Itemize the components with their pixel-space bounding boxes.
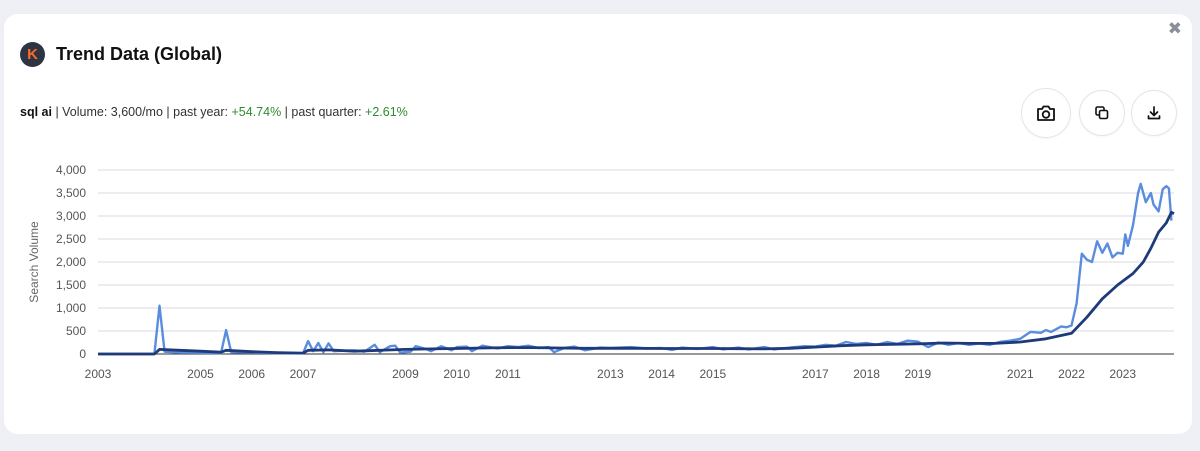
x-tick-label: 2022 [1058,367,1085,381]
x-tick-label: 2015 [700,367,727,381]
y-tick-label: 3,500 [56,186,86,200]
x-tick-label: 2009 [392,367,419,381]
volume-series-line [98,182,1173,356]
copy-icon [1095,106,1109,120]
y-tick-label: 0 [79,347,86,361]
y-tick-label: 500 [66,324,86,338]
x-tick-label: 2011 [495,367,521,381]
x-tick-label: 2017 [802,367,829,381]
trend-series-line [98,210,1175,356]
trend-chart: 0 500 1,000 1,500 2,000 2,500 3,000 3,500 4,000 2… [27,163,1175,381]
volume-text: | Volume: 3,600/mo | past year: [51,105,232,119]
y-tick-label: 1,000 [56,301,86,315]
x-tick-label: 2023 [1109,367,1136,381]
x-tick-label: 2021 [1007,367,1034,381]
screenshot-button[interactable] [1021,88,1071,138]
y-tick-label: 2,000 [56,255,86,269]
y-tick-label: 2,500 [56,232,86,246]
past-quarter-change: +2.61% [365,105,408,119]
y-tick-label: 1,500 [56,278,86,292]
x-tick-label: 2014 [648,367,675,381]
quarter-text: | past quarter: [281,105,366,119]
app-logo: K [20,42,45,67]
y-tick-label: 3,000 [56,209,86,223]
trend-stats: sql ai | Volume: 3,600/mo | past year: +… [20,105,408,119]
x-tick-label: 2005 [187,367,214,381]
keyword-label: sql ai [20,105,52,119]
x-tick-label: 2010 [443,367,470,381]
copy-button[interactable] [1079,90,1125,136]
x-tick-label: 2013 [597,367,624,381]
trend-dialog: ✖ K Trend Data (Global) sql ai | Volume:… [4,14,1192,434]
download-button[interactable] [1131,90,1177,136]
past-year-change: +54.74% [231,105,282,119]
x-tick-label: 2019 [904,367,931,381]
x-tick-label: 2018 [853,367,880,381]
x-tick-label: 2003 [85,367,112,381]
x-tick-label: 2006 [238,367,265,381]
dialog-title: Trend Data (Global) [56,44,223,64]
y-tick-label: 4,000 [56,163,86,177]
close-icon[interactable]: ✖ [1168,20,1182,37]
camera-icon [1037,105,1055,121]
x-tick-label: 2007 [290,367,317,381]
y-axis-label: Search Volume [27,221,41,303]
dialog-header: K Trend Data (Global) [20,42,222,67]
download-icon [1147,106,1161,120]
